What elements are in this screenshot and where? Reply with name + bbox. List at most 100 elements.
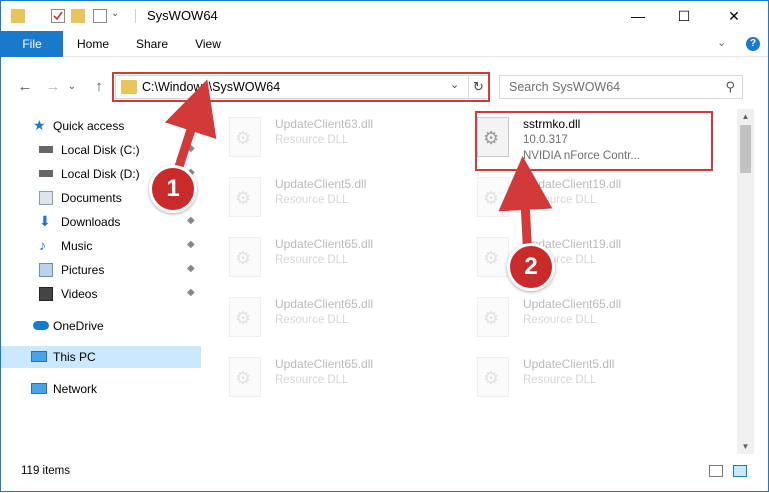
- quick-access-dropdown-icon[interactable]: ⌄: [111, 8, 119, 19]
- title-separator: [135, 9, 136, 23]
- file-type: Resource DLL: [275, 374, 349, 386]
- file-type: Resource DLL: [275, 194, 349, 206]
- list-item[interactable]: ⚙ UpdateClient65.dll Resource DLL: [209, 233, 449, 283]
- sidebar-item-local-disk-c[interactable]: Local Disk (C:) ◆: [1, 139, 201, 161]
- sidebar-item-label: Local Disk (D:): [61, 167, 140, 181]
- cloud-icon: [33, 321, 49, 330]
- file-highlight-box: [475, 111, 713, 171]
- tab-share[interactable]: Share: [127, 31, 177, 57]
- downloads-icon: ⬇: [39, 213, 51, 229]
- pin-icon: ◆: [187, 263, 195, 274]
- file-type: Resource DLL: [523, 374, 597, 386]
- scroll-up-arrow[interactable]: ▲: [737, 112, 754, 121]
- navigation-pane: ★ Quick access Local Disk (C:) ◆ Local D…: [1, 109, 209, 454]
- tab-file[interactable]: File: [1, 31, 63, 57]
- file-name: UpdateClient65.dll: [275, 237, 374, 251]
- file-name: UpdateClient5.dll: [523, 357, 615, 371]
- step-1-badge: 1: [149, 165, 197, 213]
- forward-button[interactable]: →: [43, 76, 63, 98]
- explorer-window: ⌄ SysWOW64 — ☐ ✕ File Home Share View ⌄ …: [0, 0, 769, 492]
- file-name: UpdateClient65.dll: [523, 297, 622, 311]
- file-name: UpdateClient63.dll: [275, 117, 374, 131]
- maximize-button[interactable]: ☐: [661, 1, 707, 31]
- search-input[interactable]: Search SysWOW64 ⚲: [499, 75, 743, 99]
- file-type: Resource DLL: [523, 314, 597, 326]
- dll-file-icon: ⚙: [477, 177, 509, 217]
- list-item[interactable]: ⚙ UpdateClient5.dll Resource DLL: [457, 353, 697, 403]
- search-placeholder: Search SysWOW64: [509, 80, 621, 94]
- title-bar: ⌄ SysWOW64 — ☐ ✕: [1, 1, 768, 31]
- sidebar-item-label: Local Disk (C:): [61, 143, 140, 157]
- ribbon-expand-icon[interactable]: ⌄: [717, 36, 726, 49]
- sidebar-item-label: Videos: [61, 287, 98, 301]
- network-icon: [31, 383, 47, 394]
- sidebar-item-label: OneDrive: [53, 319, 104, 333]
- list-item[interactable]: ⚙ UpdateClient19.dll Resource DLL: [457, 233, 697, 283]
- list-item[interactable]: ⚙ UpdateClient65.dll Resource DLL: [209, 353, 449, 403]
- file-type: Resource DLL: [523, 194, 597, 206]
- dll-file-icon: ⚙: [229, 297, 261, 337]
- details-view-icon[interactable]: [709, 465, 723, 477]
- window-title: SysWOW64: [147, 8, 218, 23]
- dll-file-icon: ⚙: [229, 117, 261, 157]
- file-type: Resource DLL: [275, 254, 349, 266]
- drive-icon: [39, 170, 53, 177]
- tab-home[interactable]: Home: [67, 31, 119, 57]
- tab-view[interactable]: View: [185, 31, 231, 57]
- dll-file-icon: ⚙: [477, 297, 509, 337]
- sidebar-item-downloads[interactable]: ⬇ Downloads ◆: [1, 211, 201, 233]
- file-type: Resource DLL: [275, 314, 349, 326]
- large-icons-view-icon[interactable]: [733, 465, 747, 477]
- scrollbar-thumb[interactable]: [740, 125, 751, 173]
- dll-file-icon: ⚙: [477, 357, 509, 397]
- file-name: UpdateClient65.dll: [275, 357, 374, 371]
- file-list: ⚙ UpdateClient63.dll Resource DLL ⚙ Upda…: [209, 109, 737, 454]
- sidebar-item-label: Downloads: [61, 215, 121, 229]
- properties-icon[interactable]: [51, 9, 65, 23]
- sidebar-item-network[interactable]: Network: [1, 378, 201, 400]
- pin-icon: ◆: [187, 239, 195, 250]
- pictures-icon: [39, 263, 53, 277]
- back-button[interactable]: ←: [15, 76, 35, 98]
- computer-icon: [31, 351, 47, 362]
- search-icon[interactable]: ⚲: [725, 79, 735, 95]
- sidebar-item-quick-access[interactable]: ★ Quick access: [1, 115, 201, 137]
- dll-file-icon: ⚙: [477, 237, 509, 277]
- help-icon[interactable]: ?: [746, 37, 760, 51]
- vertical-scrollbar[interactable]: ▲ ▼: [737, 109, 754, 454]
- music-icon: ♪: [39, 237, 46, 253]
- list-item[interactable]: ⚙ UpdateClient65.dll Resource DLL: [209, 293, 449, 343]
- sidebar-item-videos[interactable]: Videos ◆: [1, 283, 201, 305]
- sidebar-item-onedrive[interactable]: OneDrive: [1, 315, 201, 337]
- sidebar-item-label: Network: [53, 382, 98, 396]
- sidebar-item-music[interactable]: ♪ Music ◆: [1, 235, 201, 257]
- pin-icon: ◆: [187, 287, 195, 298]
- drive-icon: [39, 146, 53, 153]
- documents-icon: [39, 191, 53, 205]
- dll-file-icon: ⚙: [229, 237, 261, 277]
- view-options-icon[interactable]: [93, 9, 107, 23]
- sidebar-item-label: Pictures: [61, 263, 105, 277]
- file-type: Resource DLL: [275, 134, 349, 146]
- star-icon: ★: [33, 117, 46, 133]
- dll-file-icon: ⚙: [229, 177, 261, 217]
- sidebar-item-this-pc[interactable]: This PC: [1, 346, 201, 368]
- recent-locations-dropdown[interactable]: ⌄: [65, 76, 79, 98]
- sidebar-item-label: Quick access: [53, 119, 125, 133]
- list-item[interactable]: ⚙ UpdateClient5.dll Resource DLL: [209, 173, 449, 223]
- folder-icon: [11, 9, 25, 23]
- file-name: UpdateClient5.dll: [275, 177, 367, 191]
- sidebar-item-label: Documents: [61, 191, 122, 205]
- up-button[interactable]: ↑: [89, 76, 109, 98]
- list-item[interactable]: ⚙ UpdateClient65.dll Resource DLL: [457, 293, 697, 343]
- sidebar-item-pictures[interactable]: Pictures ◆: [1, 259, 201, 281]
- minimize-button[interactable]: —: [615, 1, 661, 31]
- address-highlight-box: [112, 72, 490, 102]
- file-name: UpdateClient19.dll: [523, 177, 622, 191]
- file-name: UpdateClient65.dll: [275, 297, 374, 311]
- list-item[interactable]: ⚙ UpdateClient19.dll Resource DLL: [457, 173, 697, 223]
- close-button[interactable]: ✕: [711, 1, 757, 31]
- list-item[interactable]: ⚙ UpdateClient63.dll Resource DLL: [209, 113, 449, 163]
- new-folder-icon[interactable]: [71, 9, 85, 23]
- scroll-down-arrow[interactable]: ▼: [737, 442, 754, 451]
